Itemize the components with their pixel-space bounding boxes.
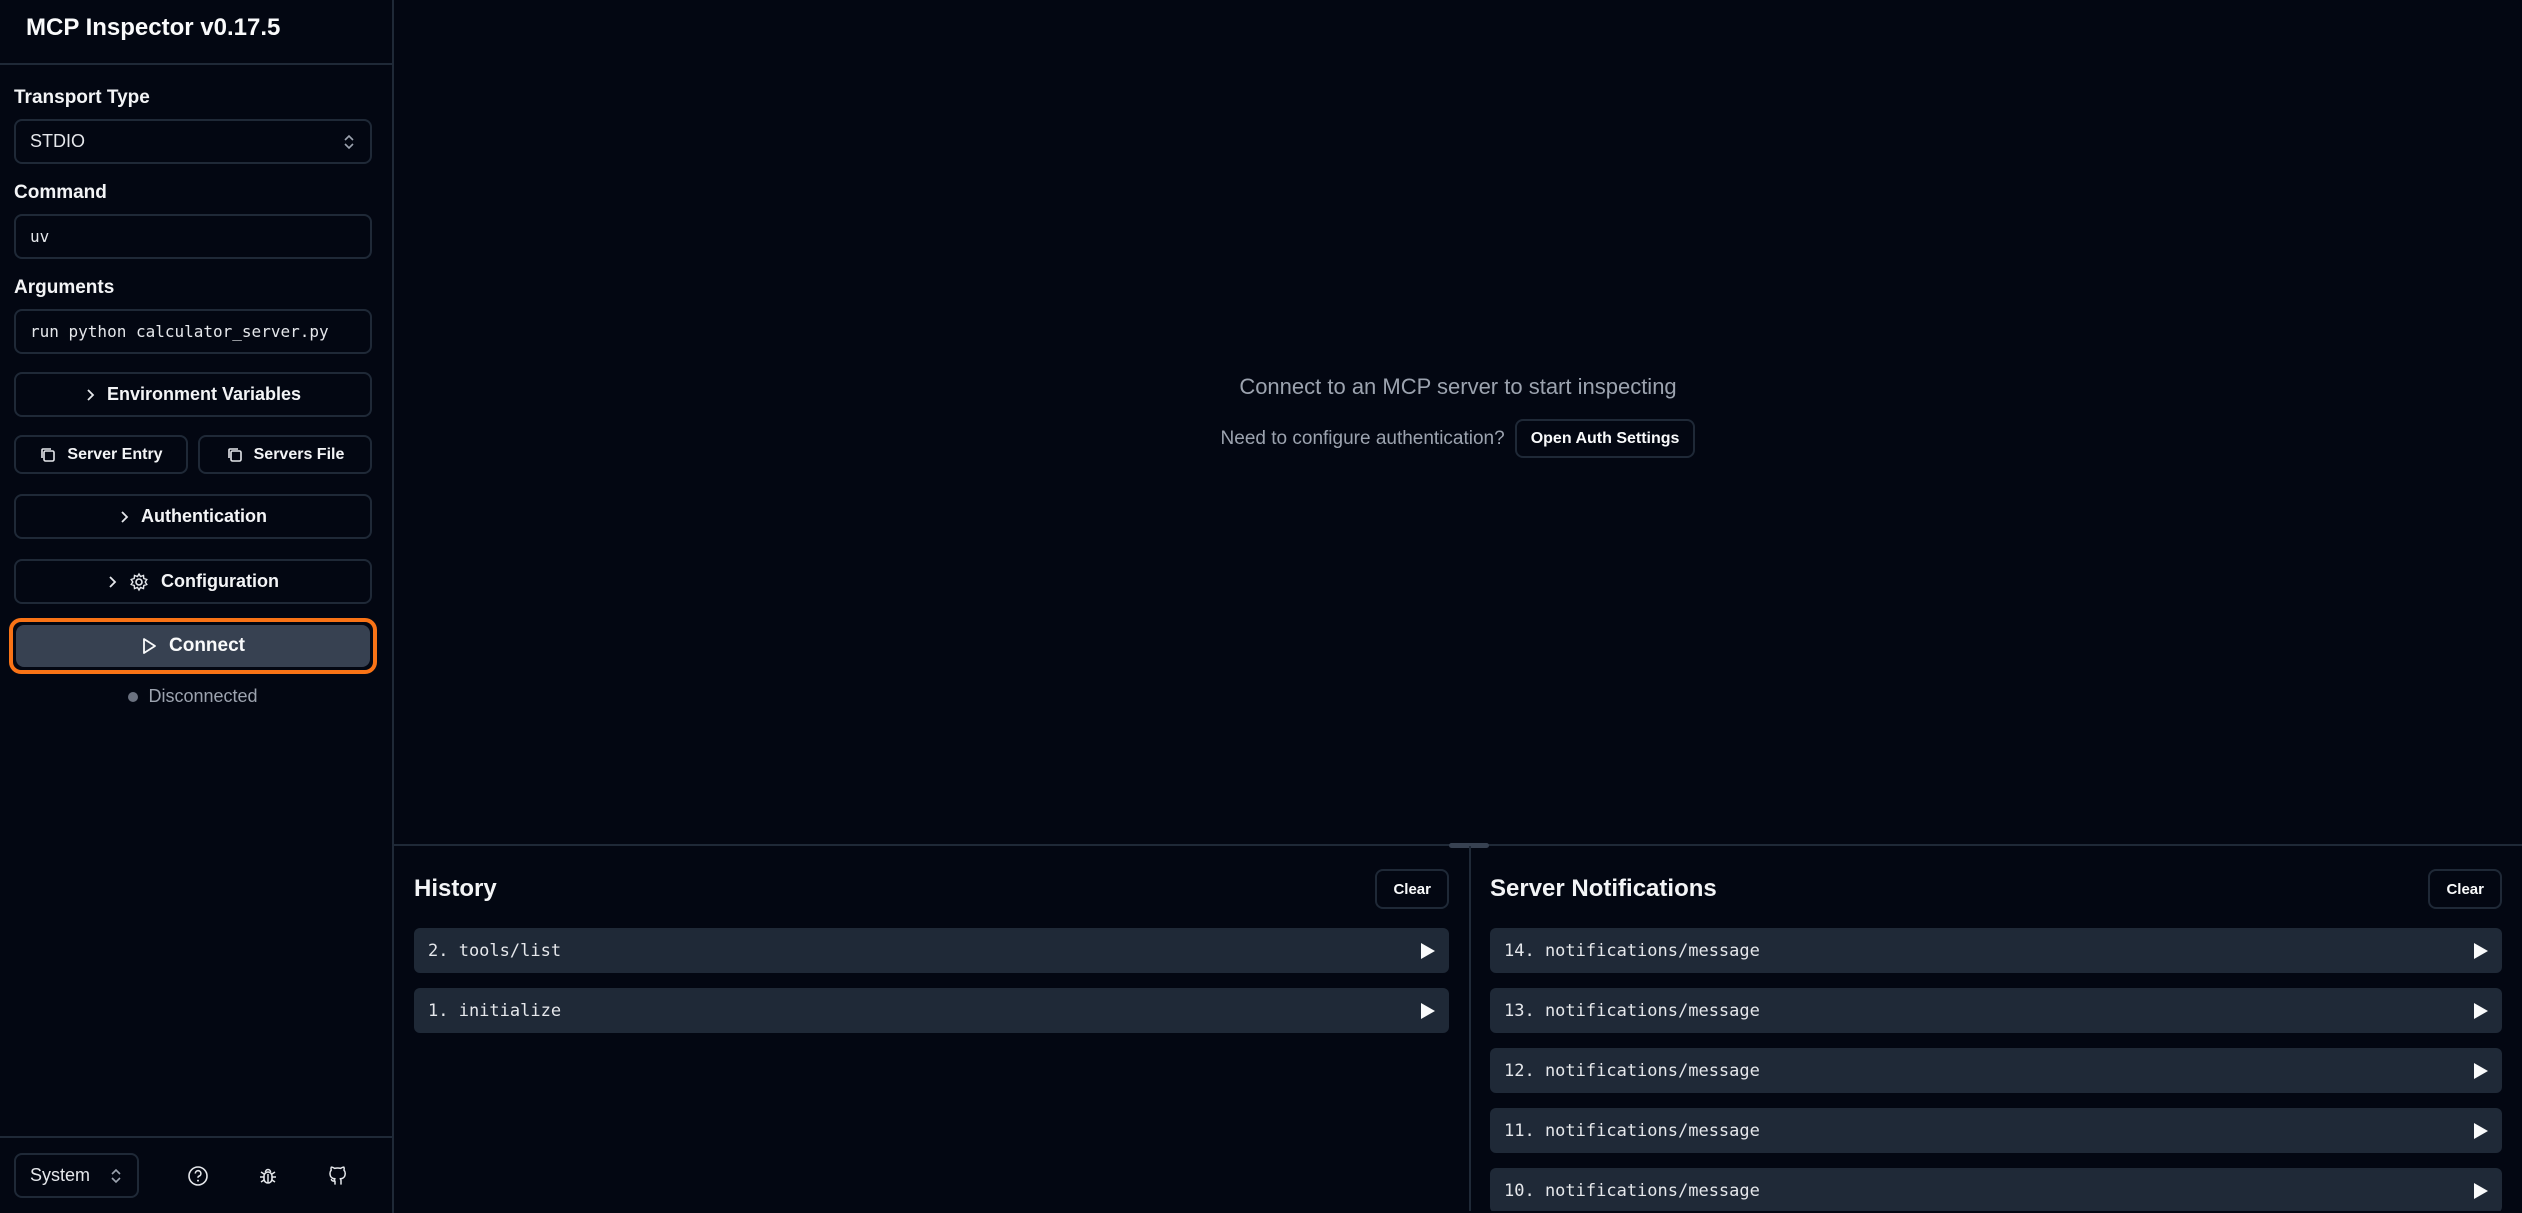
github-icon[interactable]: [323, 1161, 353, 1191]
transport-type-label: Transport Type: [14, 87, 150, 108]
environment-variables-button[interactable]: Environment Variables: [14, 372, 372, 417]
sidebar-footer: System: [0, 1136, 392, 1213]
bug-icon[interactable]: [253, 1161, 283, 1191]
sidebar-header: MCP Inspector v0.17.5: [0, 0, 392, 65]
chevron-right-icon: [109, 575, 117, 588]
history-header: History Clear: [414, 846, 1449, 928]
empty-state-title: Connect to an MCP server to start inspec…: [1239, 374, 1677, 399]
expand-arrow-icon: [2474, 1182, 2488, 1199]
notification-item[interactable]: 11. notifications/message: [1490, 1108, 2502, 1153]
history-item-label: 1. initialize: [428, 1000, 562, 1021]
inspector-panel: Connect to an MCP server to start inspec…: [394, 0, 2522, 848]
chevron-up-down-icon: [344, 134, 354, 149]
server-entry-label: Server Entry: [67, 445, 163, 463]
expand-arrow-icon: [2474, 1062, 2488, 1079]
expand-arrow-icon: [2474, 942, 2488, 959]
servers-file-button[interactable]: Servers File: [198, 435, 372, 474]
servers-file-label: Servers File: [253, 445, 345, 463]
expand-arrow-icon: [2474, 1122, 2488, 1139]
history-clear-button[interactable]: Clear: [1375, 869, 1449, 909]
help-icon[interactable]: [183, 1161, 213, 1191]
notifications-clear-button[interactable]: Clear: [2428, 869, 2502, 909]
notification-item-label: 10. notifications/message: [1504, 1180, 1760, 1201]
status-text: Disconnected: [148, 686, 258, 706]
command-label: Command: [14, 182, 107, 203]
history-item[interactable]: 1. initialize: [414, 988, 1449, 1033]
command-input[interactable]: uv: [14, 214, 372, 259]
connect-highlight: Connect: [9, 618, 377, 674]
app-title: MCP Inspector v0.17.5: [26, 14, 281, 41]
connect-label: Connect: [169, 635, 245, 656]
expand-arrow-icon: [1421, 1002, 1435, 1019]
auth-prompt-text: Need to configure authentication?: [1220, 427, 1505, 449]
copy-icon: [41, 447, 56, 462]
configuration-label: Configuration: [161, 571, 279, 591]
chevron-right-icon: [121, 510, 129, 523]
bottom-panels: History Clear 2. tools/list 1. initializ…: [394, 846, 2522, 1211]
history-panel: History Clear 2. tools/list 1. initializ…: [394, 846, 1469, 1211]
transport-type-value: STDIO: [30, 131, 86, 151]
auth-prompt-row: Need to configure authentication? Open A…: [394, 419, 2522, 458]
server-export-buttons: Server Entry Servers File: [14, 435, 372, 474]
gear-icon: [130, 572, 148, 591]
sidebar: MCP Inspector v0.17.5 Transport Type STD…: [0, 0, 394, 1213]
status-dot: [128, 691, 139, 702]
server-entry-button[interactable]: Server Entry: [14, 435, 188, 474]
notification-item[interactable]: 10. notifications/message: [1490, 1168, 2502, 1211]
notification-item-label: 11. notifications/message: [1504, 1120, 1760, 1141]
theme-select[interactable]: System: [14, 1153, 139, 1198]
chevron-right-icon: [87, 388, 95, 401]
notification-item-label: 14. notifications/message: [1504, 940, 1760, 961]
connection-status: Disconnected: [14, 686, 372, 707]
authentication-button[interactable]: Authentication: [14, 494, 372, 539]
connection-form: Transport Type STDIO Command uv Argument…: [0, 65, 392, 707]
copy-icon: [227, 447, 242, 462]
history-item[interactable]: 2. tools/list: [414, 928, 1449, 973]
empty-state: Connect to an MCP server to start inspec…: [394, 374, 2522, 458]
server-notifications-panel: Server Notifications Clear 14. notificat…: [1469, 846, 2520, 1211]
expand-arrow-icon: [2474, 1002, 2488, 1019]
environment-variables-label: Environment Variables: [106, 384, 302, 404]
expand-arrow-icon: [1421, 942, 1435, 959]
connect-button[interactable]: Connect: [16, 625, 370, 667]
open-auth-settings-button[interactable]: Open Auth Settings: [1514, 419, 1696, 458]
theme-value: System: [30, 1165, 91, 1185]
authentication-label: Authentication: [141, 506, 267, 526]
notifications-header: Server Notifications Clear: [1490, 846, 2502, 928]
arguments-input[interactable]: run python calculator_server.py: [14, 309, 372, 354]
transport-type-select[interactable]: STDIO: [14, 119, 372, 164]
configuration-button[interactable]: Configuration: [14, 559, 372, 604]
play-outline-icon: [143, 638, 156, 654]
app-root: MCP Inspector v0.17.5 Transport Type STD…: [0, 0, 2522, 1213]
notification-item-label: 12. notifications/message: [1504, 1060, 1760, 1081]
notification-item[interactable]: 13. notifications/message: [1490, 988, 2502, 1033]
history-title: History: [414, 875, 497, 902]
arguments-label: Arguments: [14, 277, 115, 298]
notification-item-label: 13. notifications/message: [1504, 1000, 1760, 1021]
notification-item[interactable]: 14. notifications/message: [1490, 928, 2502, 973]
notifications-title: Server Notifications: [1490, 875, 1717, 902]
main-area: Connect to an MCP server to start inspec…: [394, 0, 2522, 1213]
history-item-label: 2. tools/list: [428, 940, 562, 961]
chevron-up-down-icon: [111, 1168, 121, 1183]
notification-item[interactable]: 12. notifications/message: [1490, 1048, 2502, 1093]
